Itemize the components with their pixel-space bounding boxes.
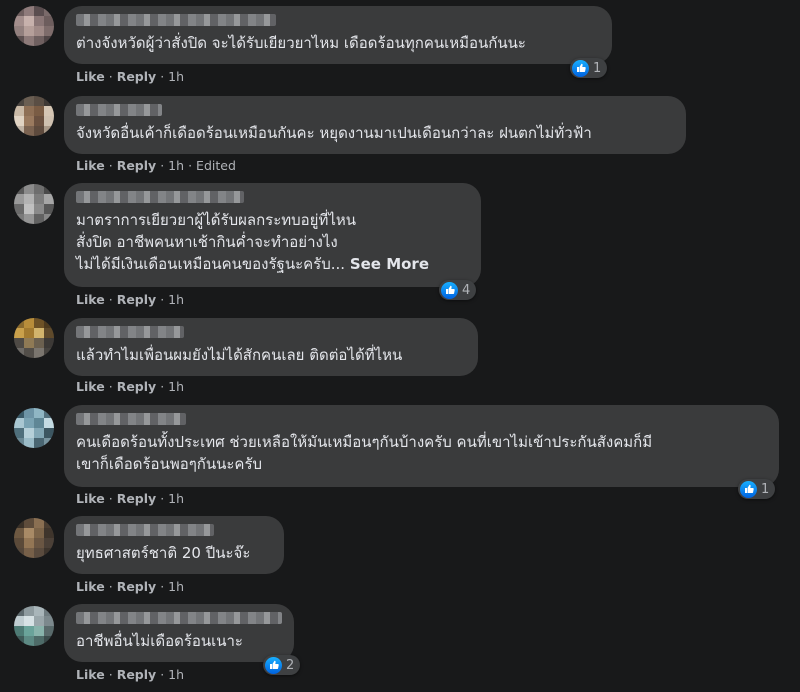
author-name[interactable] [76, 326, 184, 338]
comment-bubble: คนเดือดร้อนทั้งประเทศ ช่วยเหลือให้มันเหม… [64, 405, 779, 487]
comment-bubble: อาชีพอื่นไม่เดือดร้อนเนาะ [64, 604, 294, 662]
comment-text: ยุทธศาสตร์ชาติ 20 ปีนะจ๊ะ [76, 544, 251, 562]
reply-button[interactable]: Reply [117, 667, 156, 682]
reaction-number: 1 [593, 60, 602, 76]
edited-label[interactable]: Edited [196, 158, 236, 173]
comment-actions: Like · Reply · 1h [76, 292, 184, 307]
comment-text: ต่างจังหวัดผู้ว่าสั่งปิด จะได้รับเยียวยา… [76, 34, 526, 52]
comment-actions: Like · Reply · 1h [76, 579, 184, 594]
reaction-count[interactable]: 1 [570, 58, 608, 78]
like-button[interactable]: Like [76, 491, 105, 506]
comment-bubble: แล้วทำไมเพื่อนผมยังไม่ได้สักคนเลย ติดต่อ… [64, 318, 478, 376]
comment-text: คนเดือดร้อนทั้งประเทศ ช่วยเหลือให้มันเหม… [76, 433, 653, 473]
author-name[interactable] [76, 524, 214, 536]
comment-bubble: ต่างจังหวัดผู้ว่าสั่งปิด จะได้รับเยียวยา… [64, 6, 612, 64]
reply-button[interactable]: Reply [117, 292, 156, 307]
reply-button[interactable]: Reply [117, 579, 156, 594]
comment-actions: Like · Reply · 1h [76, 69, 184, 84]
comment-actions: Like · Reply · 1h [76, 667, 184, 682]
avatar[interactable] [14, 318, 54, 358]
see-more-link[interactable]: See More [350, 255, 429, 273]
separator: · [160, 158, 165, 173]
like-button[interactable]: Like [76, 667, 105, 682]
timestamp[interactable]: 1h [168, 292, 184, 307]
comment-text: มาตราการเยียวยาผู้ได้รับผลกระทบอยู่ที่ไห… [76, 209, 469, 275]
avatar[interactable] [14, 6, 54, 46]
comment-actions: Like · Reply · 1h [76, 491, 184, 506]
reply-button[interactable]: Reply [117, 491, 156, 506]
like-reaction-icon [441, 281, 458, 299]
author-name[interactable] [76, 413, 186, 425]
reply-button[interactable]: Reply [117, 379, 156, 394]
separator: · [108, 379, 113, 394]
reaction-count[interactable]: 2 [263, 655, 301, 675]
comment-actions: Like · Reply · 1h · Edited [76, 158, 236, 173]
timestamp[interactable]: 1h [168, 491, 184, 506]
separator: · [160, 667, 165, 682]
avatar[interactable] [14, 408, 54, 448]
like-button[interactable]: Like [76, 292, 105, 307]
separator: · [160, 292, 165, 307]
like-reaction-icon [572, 59, 589, 77]
like-reaction-icon [265, 656, 282, 674]
separator: · [160, 379, 165, 394]
like-button[interactable]: Like [76, 379, 105, 394]
comment-text: อาชีพอื่นไม่เดือดร้อนเนาะ [76, 632, 243, 650]
avatar[interactable] [14, 96, 54, 136]
reaction-number: 1 [761, 481, 770, 497]
reply-button[interactable]: Reply [117, 158, 156, 173]
avatar[interactable] [14, 184, 54, 224]
comment-text: แล้วทำไมเพื่อนผมยังไม่ได้สักคนเลย ติดต่อ… [76, 346, 403, 364]
author-name[interactable] [76, 14, 276, 26]
reaction-count[interactable]: 4 [439, 280, 477, 300]
reaction-count[interactable]: 1 [738, 479, 776, 499]
timestamp[interactable]: 1h [168, 379, 184, 394]
author-name[interactable] [76, 104, 162, 116]
like-button[interactable]: Like [76, 158, 105, 173]
reply-button[interactable]: Reply [117, 69, 156, 84]
separator: · [108, 579, 113, 594]
author-name[interactable] [76, 191, 244, 203]
separator: · [108, 158, 113, 173]
separator: · [108, 69, 113, 84]
comment-text: จังหวัดอื่นเค้าก็เดือดร้อนเหมือนกันคะ หย… [76, 124, 592, 142]
comment-actions: Like · Reply · 1h [76, 379, 184, 394]
timestamp[interactable]: 1h [168, 69, 184, 84]
like-reaction-icon [740, 480, 757, 498]
separator: · [160, 491, 165, 506]
separator: · [108, 292, 113, 307]
comment-bubble: ยุทธศาสตร์ชาติ 20 ปีนะจ๊ะ [64, 516, 284, 574]
comment-body: มาตราการเยียวยาผู้ได้รับผลกระทบอยู่ที่ไห… [76, 211, 357, 273]
avatar[interactable] [14, 606, 54, 646]
like-button[interactable]: Like [76, 69, 105, 84]
separator: · [108, 491, 113, 506]
separator: · [160, 579, 165, 594]
reaction-number: 2 [286, 657, 295, 673]
timestamp[interactable]: 1h [168, 579, 184, 594]
author-name[interactable] [76, 612, 282, 624]
timestamp[interactable]: 1h [168, 667, 184, 682]
avatar[interactable] [14, 518, 54, 558]
comment-bubble: จังหวัดอื่นเค้าก็เดือดร้อนเหมือนกันคะ หย… [64, 96, 686, 154]
comment-bubble: มาตราการเยียวยาผู้ได้รับผลกระทบอยู่ที่ไห… [64, 183, 481, 287]
separator: · [108, 667, 113, 682]
reaction-number: 4 [462, 282, 471, 298]
separator: · [188, 158, 193, 173]
like-button[interactable]: Like [76, 579, 105, 594]
separator: · [160, 69, 165, 84]
timestamp[interactable]: 1h [168, 158, 184, 173]
